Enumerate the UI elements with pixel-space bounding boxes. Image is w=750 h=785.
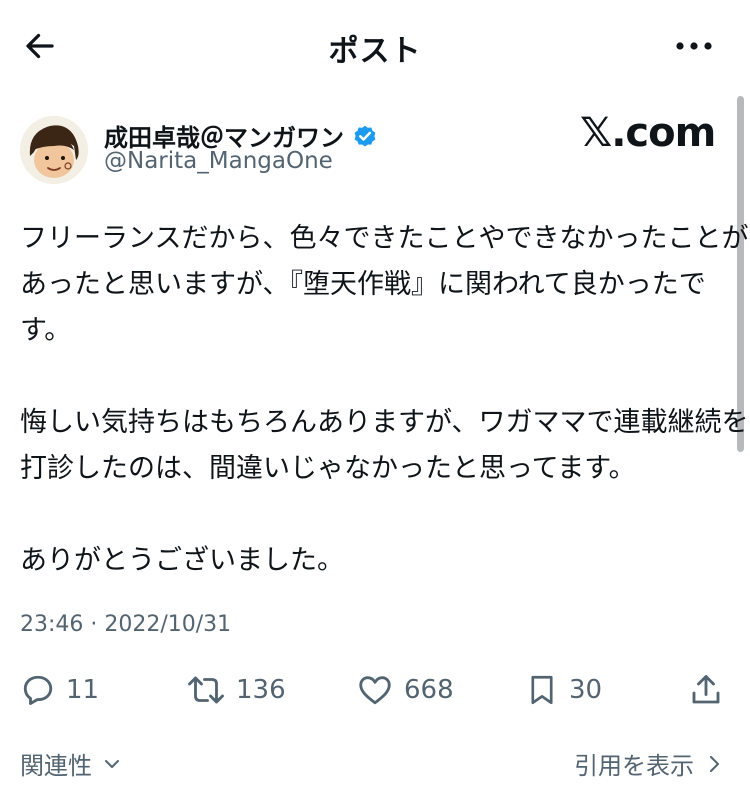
more-horizontal-icon bbox=[676, 42, 712, 50]
tweet-line: 打診したのは、間違いじゃなかったと思ってます。 bbox=[20, 453, 636, 484]
share-button[interactable] bbox=[688, 665, 724, 715]
action-bar: 11 136 668 30 bbox=[0, 665, 750, 715]
reply-count: 11 bbox=[66, 675, 100, 705]
bookmark-count: 30 bbox=[569, 675, 603, 705]
tweet-blank-line bbox=[20, 354, 732, 400]
bookmark-button[interactable]: 30 bbox=[525, 665, 602, 715]
more-button[interactable] bbox=[672, 26, 716, 66]
tweet-text: フリーランスだから、色々できたことやできなかったことが あったと思いますが、『堕… bbox=[20, 216, 749, 584]
retweet-button[interactable]: 136 bbox=[186, 665, 286, 715]
tweet-line: 悔しい気持ちはもちろんありますが、ワガママで連載継続を bbox=[20, 407, 749, 438]
relevance-sort-button[interactable]: 関連性 bbox=[20, 746, 122, 781]
verified-badge-icon bbox=[352, 123, 378, 149]
avatar-illustration bbox=[20, 116, 88, 184]
relevance-label: 関連性 bbox=[20, 752, 92, 780]
chevron-down-icon bbox=[105, 759, 119, 768]
author-handle[interactable]: @Narita_MangaOne bbox=[104, 148, 333, 174]
tweet-timestamp[interactable]: 23:46 · 2022/10/31 bbox=[20, 612, 231, 637]
share-icon bbox=[692, 675, 720, 704]
tweet-line: あったと思いますが、『堕天作戦』に関われて良かったで bbox=[20, 269, 706, 300]
like-count: 668 bbox=[404, 675, 454, 705]
chevron-right-icon bbox=[710, 755, 719, 772]
like-button[interactable]: 668 bbox=[356, 665, 454, 715]
retweet-icon bbox=[188, 676, 224, 704]
view-quotes-label: 引用を表示 bbox=[574, 752, 694, 780]
tweet-line: ありがとうございました。 bbox=[20, 545, 344, 576]
reply-button[interactable]: 11 bbox=[20, 665, 99, 715]
tweet-blank-line bbox=[20, 492, 732, 538]
bookmark-icon bbox=[531, 675, 553, 705]
x-com-watermark: 𝕏.com bbox=[580, 110, 716, 156]
reply-icon bbox=[23, 675, 53, 705]
page-title: ポスト bbox=[328, 34, 422, 69]
avatar[interactable] bbox=[20, 116, 88, 184]
post-footer: 関連性 引用を表示 bbox=[0, 740, 750, 785]
retweet-count: 136 bbox=[236, 675, 286, 705]
scrollbar[interactable] bbox=[737, 96, 744, 452]
top-bar: ポスト bbox=[0, 0, 750, 90]
heart-icon bbox=[359, 676, 391, 705]
tweet-line: フリーランスだから、色々できたことやできなかったことが bbox=[20, 223, 749, 254]
view-quotes-link[interactable]: 引用を表示 bbox=[574, 746, 722, 781]
tweet-line: す。 bbox=[20, 315, 72, 346]
